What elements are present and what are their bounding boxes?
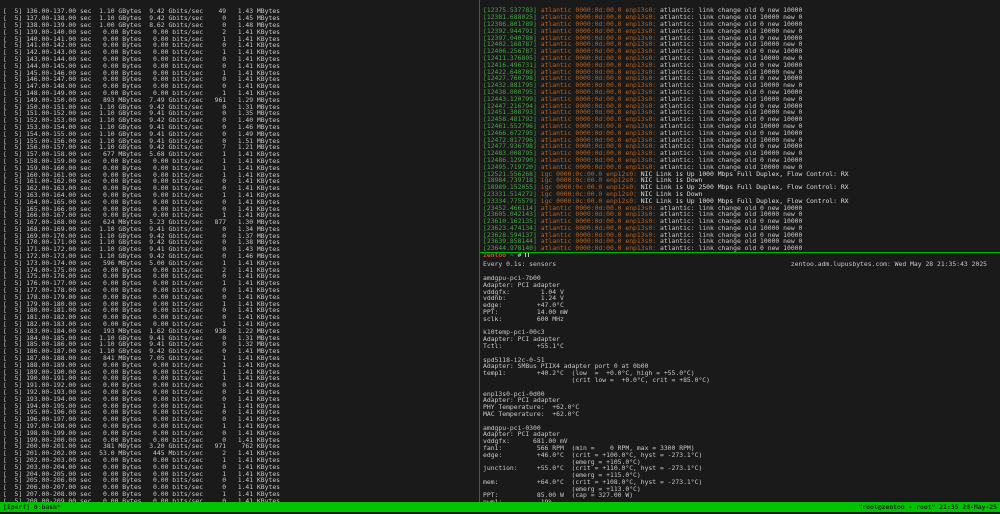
sensors-line [483, 268, 999, 275]
sensors-line: Tctl: +55.1°C [483, 343, 999, 350]
sensors-line: PPT: 85.00 W (cap = 327.00 W) [483, 492, 999, 499]
sensors-line: k10temp-pci-00c3 [483, 329, 999, 336]
sensors-line: enp13s0-pci-0d00 [483, 391, 999, 398]
sensors-line: (crit low = +0.0°C, crit = +85.0°C) [483, 377, 999, 384]
sensors-line [483, 384, 999, 391]
sensors-line: sclk: 600 MHz [483, 316, 999, 323]
sensors-line: amdgpu-pci-0300 [483, 425, 999, 432]
sensors-line [483, 323, 999, 330]
sensors-line: MAC Temperature: +62.0°C [483, 411, 999, 418]
sensors-watch-pane[interactable]: Every 0.1s: sensors zentoo.adm.lupusbyte… [483, 261, 999, 507]
dmesg-pane[interactable]: [12375.537783] atlantic 0000:0d:00.0 enp… [483, 7, 999, 257]
sensors-line [483, 350, 999, 357]
status-session-window[interactable]: [iperf] 0:bash* [3, 504, 61, 511]
pane-border-horizontal[interactable] [480, 252, 1000, 253]
sensors-line [483, 418, 999, 425]
watch-header: Every 0.1s: sensors zentoo.adm.lupusbyte… [483, 261, 999, 268]
status-pane-title-clock: "root@zentoo - root" 21:35 28-May-25 [858, 504, 997, 511]
sensors-line: amdgpu-pci-7b00 [483, 275, 999, 282]
tmux-status-bar: [iperf] 0:bash* "root@zentoo - root" 21:… [0, 502, 1000, 512]
tmux-terminal-screen: [ 5] 136.00-137.00 sec 1.10 GBytes 9.42 … [0, 0, 1000, 514]
pane-border-vertical[interactable] [479, 0, 480, 502]
iperf-pane[interactable]: [ 5] 136.00-137.00 sec 1.10 GBytes 9.42 … [3, 8, 477, 507]
